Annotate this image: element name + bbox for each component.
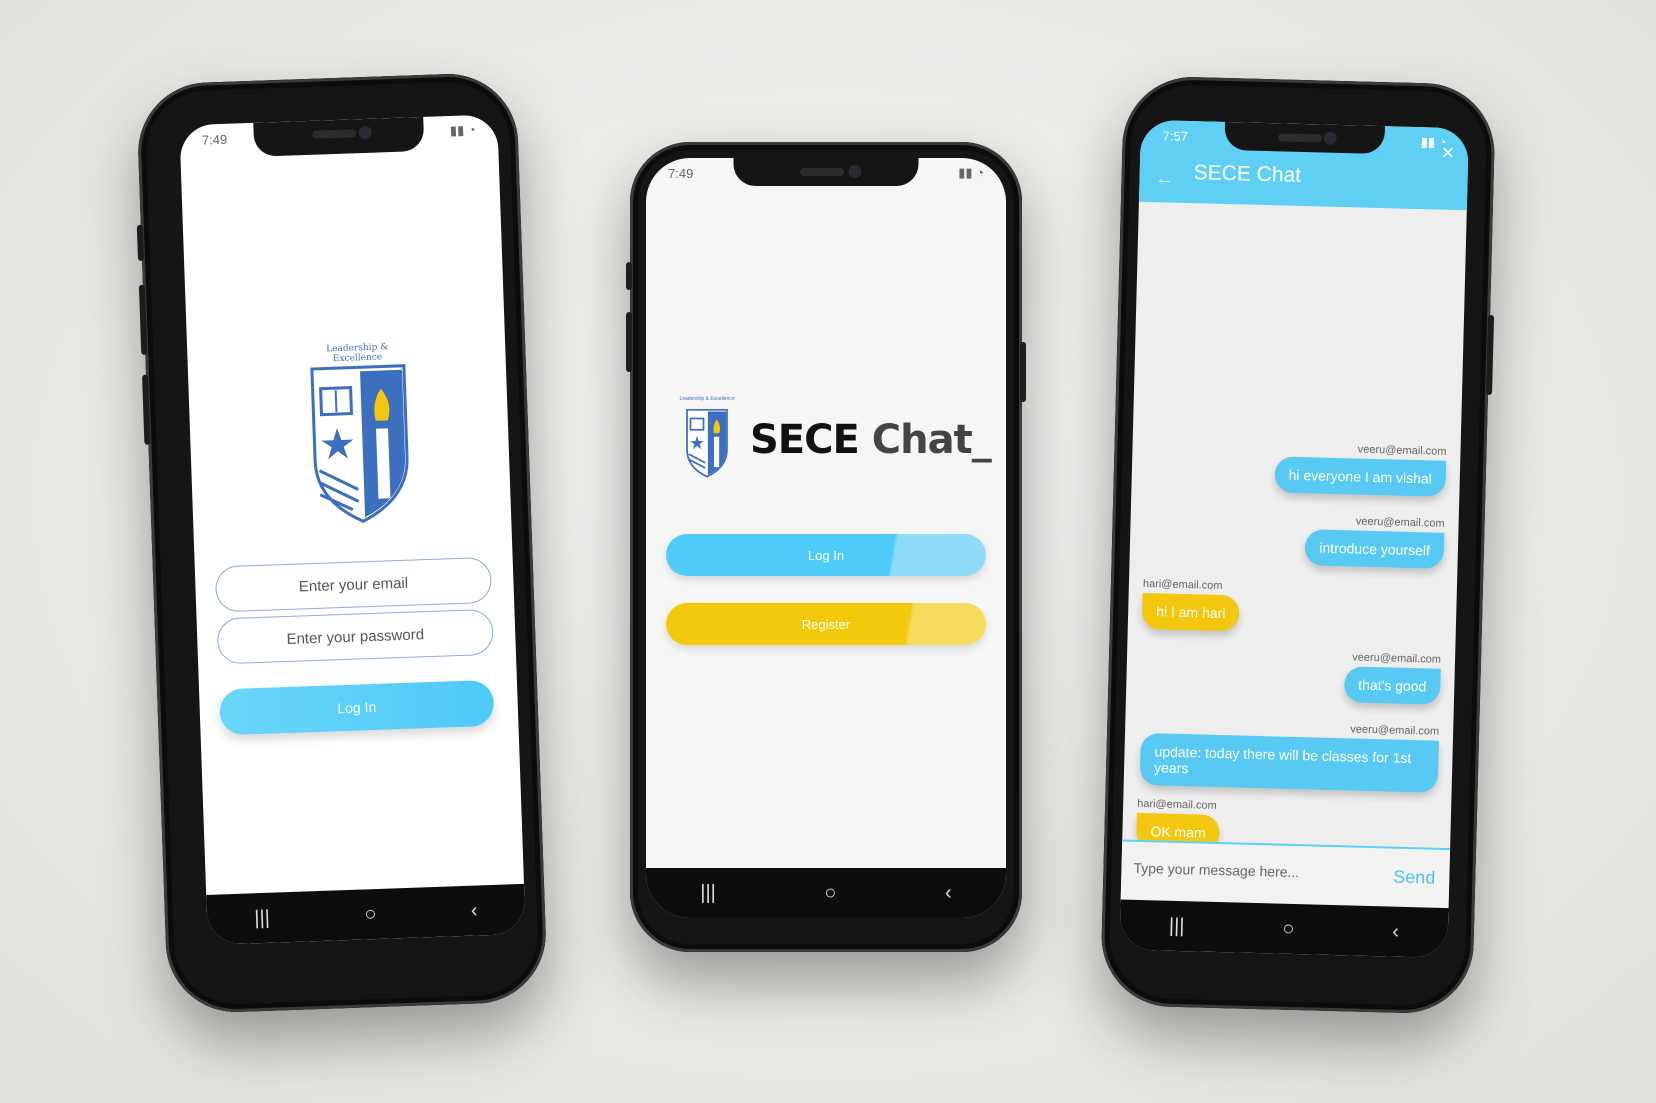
status-time: 7:49 <box>201 131 228 148</box>
status-time: 7:57 <box>1162 127 1189 144</box>
message-composer: Type your message here... Send <box>1120 839 1451 909</box>
home-button[interactable]: ○ <box>824 882 836 905</box>
camera <box>848 165 862 178</box>
chat-title: SECE Chat <box>1193 161 1302 187</box>
register-button[interactable]: Register <box>666 603 986 645</box>
password-field[interactable]: Enter your password <box>216 608 494 665</box>
phone-login: 7:49 ▮▮ ◔ Leadership & Excellence Enter … <box>135 71 549 1015</box>
message-bubble: hi I am hari <box>1141 592 1240 632</box>
crest-logo-icon <box>310 364 409 523</box>
recents-button[interactable]: ||| <box>1169 914 1185 937</box>
welcome-screen: 7:49 ▮▮ ◔ Leadership & Excellence SECE C… <box>646 158 1006 918</box>
message-item: veeru@email.com that's good <box>1343 651 1442 705</box>
app-title-sece: SECE <box>750 416 860 463</box>
speaker <box>312 129 357 139</box>
notch <box>733 158 919 186</box>
message-sender: hari@email.com <box>1142 577 1223 593</box>
camera <box>358 125 373 140</box>
message-item: veeru@email.com hi everyone I am vishal <box>1274 441 1447 497</box>
phone-side-button <box>142 374 151 445</box>
speaker <box>1278 133 1323 143</box>
nav-bar: ||| ○ ‹ <box>646 868 1006 918</box>
speaker <box>799 168 844 176</box>
recents-button[interactable]: ||| <box>254 906 270 930</box>
recents-button[interactable]: ||| <box>700 882 716 905</box>
back-arrow-icon[interactable]: ← <box>1155 168 1174 189</box>
notch <box>253 116 425 157</box>
message-bubble: that's good <box>1343 666 1441 705</box>
phone-side-button <box>136 224 145 261</box>
phone-welcome: 7:49 ▮▮ ◔ Leadership & Excellence SECE C… <box>626 142 1026 952</box>
login-button[interactable]: Log In <box>219 679 495 736</box>
message-sender: hari@email.com <box>1137 797 1217 812</box>
send-button[interactable]: Send <box>1393 867 1436 889</box>
phone-side-button <box>626 262 632 290</box>
status-icons: ▮▮ ◔ <box>449 122 476 138</box>
brand-header: Leadership & Excellence SECE Chat_ <box>678 396 992 483</box>
phone-chat: 7:57 ▮▮ ◔ ← SECE Chat × veeru@email.com … <box>1099 75 1497 1015</box>
status-icons: ▮▮ ◔ <box>1420 134 1447 150</box>
message-bubble: introduce yourself <box>1304 529 1445 569</box>
home-button[interactable]: ○ <box>364 903 377 926</box>
back-button[interactable]: ‹ <box>945 882 952 905</box>
message-sender: veeru@email.com <box>1357 443 1447 458</box>
nav-bar: ||| ○ ‹ <box>206 883 526 945</box>
phone-side-button <box>626 312 632 372</box>
brand-logo: Leadership & Excellence <box>678 396 736 483</box>
message-sender: veeru@email.com <box>1355 515 1445 530</box>
phone-side-button <box>1485 314 1495 396</box>
message-item: veeru@email.com update: today there will… <box>1138 718 1439 793</box>
camera <box>1323 131 1338 145</box>
nav-bar: ||| ○ ‹ <box>1119 899 1449 959</box>
login-screen: 7:49 ▮▮ ◔ Leadership & Excellence Enter … <box>179 114 526 945</box>
phone-side-button <box>138 284 148 355</box>
chat-screen: 7:57 ▮▮ ◔ ← SECE Chat × veeru@email.com … <box>1119 119 1469 959</box>
crest-motto: Leadership & Excellence <box>326 342 389 365</box>
status-time: 7:49 <box>668 165 694 181</box>
message-item: hari@email.com hi I am hari <box>1141 577 1241 632</box>
message-input[interactable]: Type your message here... <box>1133 860 1299 880</box>
message-item: veeru@email.com introduce yourself <box>1304 514 1445 569</box>
notch <box>1224 121 1385 155</box>
crest-logo-icon <box>686 408 728 478</box>
message-sender: veeru@email.com <box>1352 651 1442 666</box>
email-field[interactable]: Enter your email <box>214 556 493 613</box>
app-title: SECE Chat_ <box>750 416 992 463</box>
home-button[interactable]: ○ <box>1282 917 1295 940</box>
status-icons: ▮▮ ◔ <box>958 165 984 180</box>
back-button[interactable]: ‹ <box>1392 920 1399 943</box>
phone-side-button <box>1020 342 1026 402</box>
login-button[interactable]: Log In <box>666 534 986 576</box>
app-title-chat: Chat_ <box>871 416 992 463</box>
message-bubble: update: today there will be classes for … <box>1139 732 1439 793</box>
message-bubble: hi everyone I am vishal <box>1274 456 1447 497</box>
back-button[interactable]: ‹ <box>471 899 478 922</box>
